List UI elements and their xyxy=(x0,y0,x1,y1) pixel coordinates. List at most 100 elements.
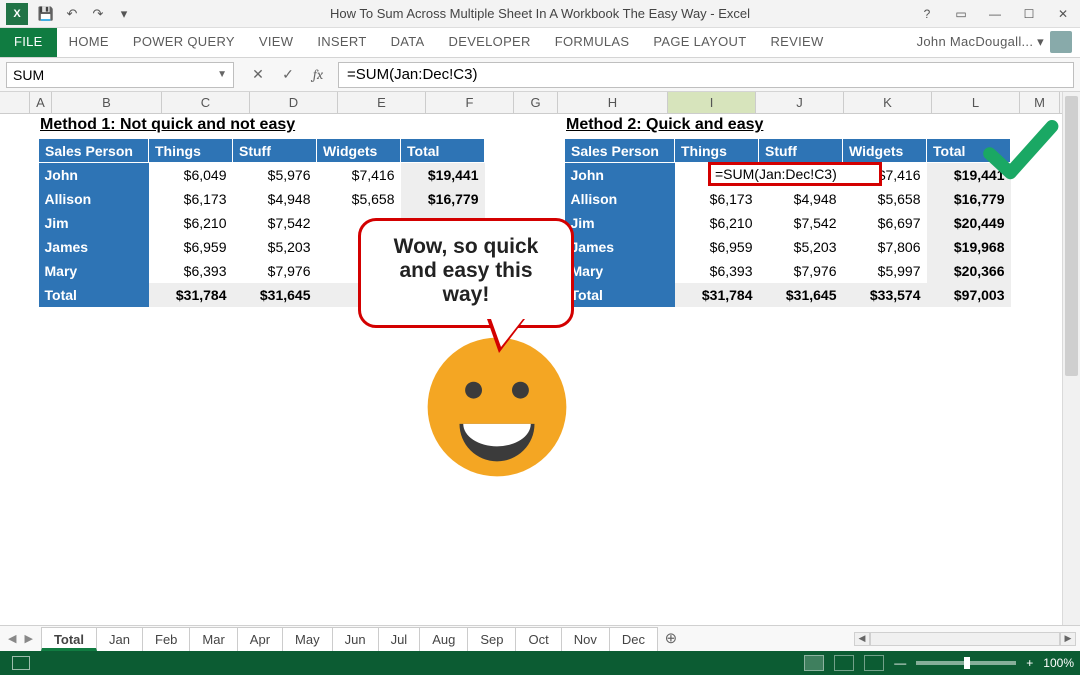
col-header-g[interactable]: G xyxy=(514,92,558,113)
m2-total-d[interactable]: $31,645 xyxy=(759,283,843,307)
m1-r1-f[interactable]: $16,779 xyxy=(401,187,485,211)
zoom-in-button[interactable]: + xyxy=(1026,656,1033,670)
m1-r0-e[interactable]: $7,416 xyxy=(317,163,401,187)
formula-cancel-button[interactable]: ✕ xyxy=(244,62,272,88)
m1-r2-d[interactable]: $7,542 xyxy=(233,211,317,235)
formula-input[interactable]: =SUM(Jan:Dec!C3) xyxy=(338,62,1074,88)
worksheet-grid[interactable]: A B C D E F G H I J K L M Method 1: Not … xyxy=(0,92,1080,625)
m2-total-c[interactable]: $31,784 xyxy=(675,283,759,307)
m2-r2-c[interactable]: $6,210 xyxy=(675,211,759,235)
formula-enter-button[interactable]: ✓ xyxy=(274,62,302,88)
col-header-h[interactable]: H xyxy=(558,92,668,113)
col-header-j[interactable]: J xyxy=(756,92,844,113)
m1-r1-name[interactable]: Allison xyxy=(39,187,149,211)
zoom-level[interactable]: 100% xyxy=(1043,656,1074,670)
select-all-button[interactable] xyxy=(0,92,30,113)
tab-home[interactable]: HOME xyxy=(57,27,121,57)
m2-r3-c[interactable]: $6,959 xyxy=(675,235,759,259)
qat-more-button[interactable]: ▾ xyxy=(112,3,136,25)
m2-r2-f[interactable]: $20,449 xyxy=(927,211,1011,235)
m2-r3-name[interactable]: James xyxy=(565,235,675,259)
close-button[interactable]: ✕ xyxy=(1046,0,1080,28)
sheet-tab-nov[interactable]: Nov xyxy=(561,627,610,651)
m2-r4-name[interactable]: Mary xyxy=(565,259,675,283)
sheet-tab-jan[interactable]: Jan xyxy=(96,627,143,651)
hscroll-right-icon[interactable]: ▶ xyxy=(1060,632,1076,646)
m1-r3-d[interactable]: $5,203 xyxy=(233,235,317,259)
col-header-m[interactable]: M xyxy=(1020,92,1060,113)
m2-total-name[interactable]: Total xyxy=(565,283,675,307)
zoom-out-button[interactable]: — xyxy=(894,656,906,670)
sheet-tab-dec[interactable]: Dec xyxy=(609,627,658,651)
vertical-scrollbar[interactable] xyxy=(1062,92,1080,625)
m2-r1-name[interactable]: Allison xyxy=(565,187,675,211)
maximize-button[interactable]: ☐ xyxy=(1012,0,1046,28)
insert-function-button[interactable]: fx xyxy=(304,62,332,88)
m2-r3-d[interactable]: $5,203 xyxy=(759,235,843,259)
tab-power-query[interactable]: POWER QUERY xyxy=(121,27,247,57)
col-header-d[interactable]: D xyxy=(250,92,338,113)
zoom-slider-handle[interactable] xyxy=(964,657,970,669)
m2-total-e[interactable]: $33,574 xyxy=(843,283,927,307)
m2-total-f[interactable]: $97,003 xyxy=(927,283,1011,307)
view-normal-button[interactable] xyxy=(804,655,824,671)
col-header-b[interactable]: B xyxy=(52,92,162,113)
undo-button[interactable]: ↶ xyxy=(60,3,84,25)
m1-r3-c[interactable]: $6,959 xyxy=(149,235,233,259)
tab-developer[interactable]: DEVELOPER xyxy=(437,27,543,57)
m2-r3-f[interactable]: $19,968 xyxy=(927,235,1011,259)
redo-button[interactable]: ↷ xyxy=(86,3,110,25)
m1-r1-c[interactable]: $6,173 xyxy=(149,187,233,211)
zoom-slider[interactable] xyxy=(916,661,1016,665)
hscroll-track[interactable] xyxy=(870,632,1060,646)
m2-r4-e[interactable]: $5,997 xyxy=(843,259,927,283)
name-box-dropdown-icon[interactable]: ▼ xyxy=(217,69,227,80)
help-button[interactable]: ? xyxy=(910,0,944,28)
tab-data[interactable]: DATA xyxy=(379,27,437,57)
account-menu[interactable]: John MacDougall... ▾ xyxy=(905,27,1080,57)
macro-record-icon[interactable] xyxy=(12,656,30,670)
tab-page-layout[interactable]: PAGE LAYOUT xyxy=(641,27,758,57)
save-button[interactable]: 💾 xyxy=(34,3,58,25)
m1-total-c[interactable]: $31,784 xyxy=(149,283,233,307)
col-header-i[interactable]: I xyxy=(668,92,756,113)
m1-r0-f[interactable]: $19,441 xyxy=(401,163,485,187)
col-header-e[interactable]: E xyxy=(338,92,426,113)
m1-r0-d[interactable]: $5,976 xyxy=(233,163,317,187)
m2-r2-e[interactable]: $6,697 xyxy=(843,211,927,235)
m1-r0-c[interactable]: $6,049 xyxy=(149,163,233,187)
m1-r4-c[interactable]: $6,393 xyxy=(149,259,233,283)
m1-r2-c[interactable]: $6,210 xyxy=(149,211,233,235)
new-sheet-button[interactable]: ⊕ xyxy=(657,627,685,651)
sheet-tab-mar[interactable]: Mar xyxy=(189,627,237,651)
m2-r1-e[interactable]: $5,658 xyxy=(843,187,927,211)
editing-cell-highlight[interactable]: =SUM(Jan:Dec!C3) xyxy=(708,162,882,186)
m1-r2-name[interactable]: Jim xyxy=(39,211,149,235)
m1-r3-name[interactable]: James xyxy=(39,235,149,259)
sheet-tab-feb[interactable]: Feb xyxy=(142,627,190,651)
sheet-tab-apr[interactable]: Apr xyxy=(237,627,283,651)
sheet-nav-next-icon[interactable]: ▶ xyxy=(22,632,34,645)
sheet-tab-jul[interactable]: Jul xyxy=(378,627,421,651)
sheet-nav-prev-icon[interactable]: ◀ xyxy=(6,632,18,645)
m2-r1-d[interactable]: $4,948 xyxy=(759,187,843,211)
m2-r3-e[interactable]: $7,806 xyxy=(843,235,927,259)
m2-r1-c[interactable]: $6,173 xyxy=(675,187,759,211)
m1-total-d[interactable]: $31,645 xyxy=(233,283,317,307)
m1-r1-e[interactable]: $5,658 xyxy=(317,187,401,211)
col-header-k[interactable]: K xyxy=(844,92,932,113)
sheet-tab-oct[interactable]: Oct xyxy=(515,627,561,651)
ribbon-display-button[interactable]: ▭ xyxy=(944,0,978,28)
horizontal-scrollbar[interactable]: ◀ ▶ xyxy=(685,626,1080,651)
col-header-f[interactable]: F xyxy=(426,92,514,113)
m1-r1-d[interactable]: $4,948 xyxy=(233,187,317,211)
tab-view[interactable]: VIEW xyxy=(247,27,305,57)
m2-r2-d[interactable]: $7,542 xyxy=(759,211,843,235)
sheet-tab-may[interactable]: May xyxy=(282,627,333,651)
m1-r0-name[interactable]: John xyxy=(39,163,149,187)
col-header-a[interactable]: A xyxy=(30,92,52,113)
m2-r2-name[interactable]: Jim xyxy=(565,211,675,235)
m2-r4-d[interactable]: $7,976 xyxy=(759,259,843,283)
m1-r4-d[interactable]: $7,976 xyxy=(233,259,317,283)
col-header-c[interactable]: C xyxy=(162,92,250,113)
